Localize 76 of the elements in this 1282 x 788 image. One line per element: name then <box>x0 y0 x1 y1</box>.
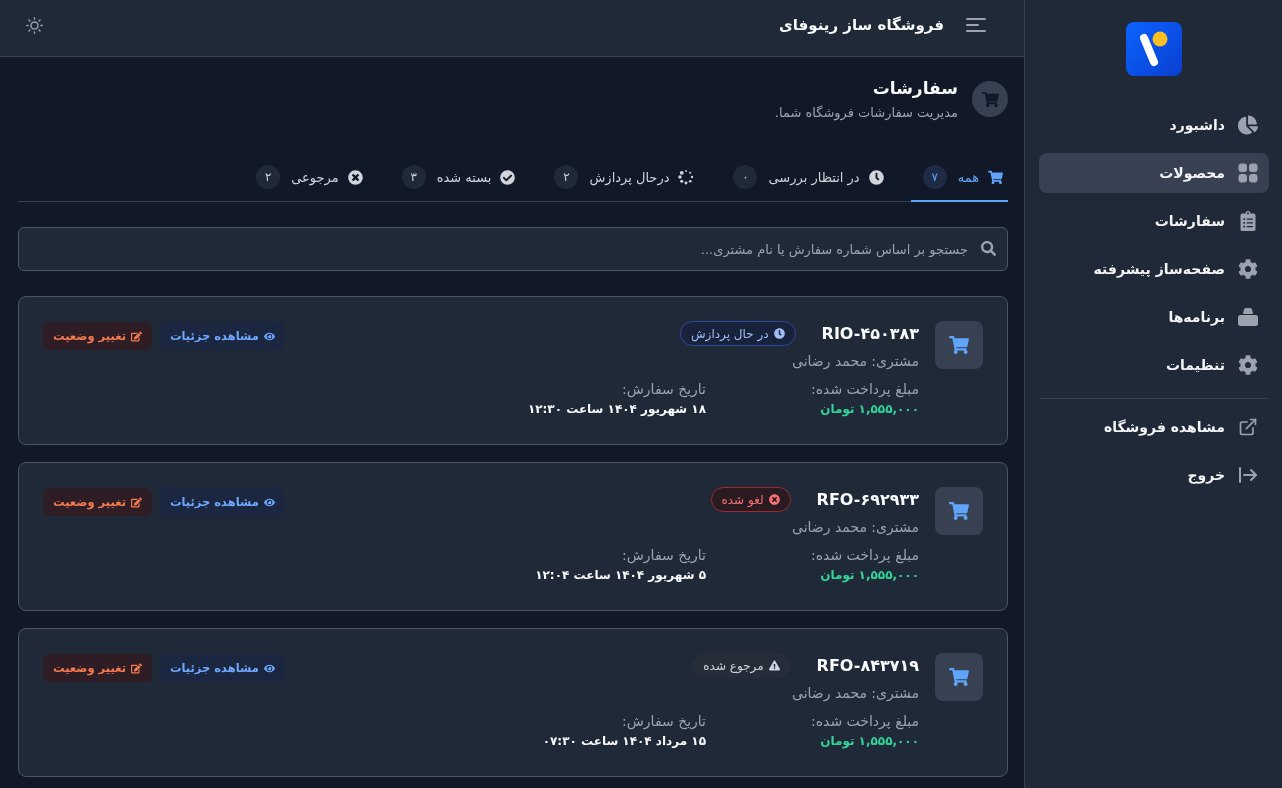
edit-icon <box>131 330 142 342</box>
store-title: فروشگاه ساز رینوفای <box>779 16 944 34</box>
search-icon <box>981 241 996 256</box>
clipboard-icon <box>1238 211 1258 231</box>
sidebar-item[interactable]: صفحه‌ساز پیشرفته <box>1039 249 1269 289</box>
date-value: ۵ شهریور ۱۴۰۴ ساعت ۱۲:۰۴ <box>535 567 706 585</box>
external-link-icon <box>1238 417 1258 437</box>
sidebar-item[interactable]: تنظیمات <box>1039 345 1269 385</box>
tab-count: ۲ <box>256 165 281 189</box>
sidebar-item[interactable]: برنامه‌ها <box>1039 297 1269 337</box>
menu-icon[interactable] <box>966 17 986 33</box>
search-field[interactable]: جستجو بر اساس شماره سفارش یا نام مشتری... <box>18 227 1008 271</box>
view-store-link[interactable]: مشاهده فروشگاه <box>1039 407 1269 447</box>
amount-value: ۱,۵۵۵,۰۰۰ تومان <box>820 733 919 751</box>
tab-count: ۷ <box>922 165 947 189</box>
page-subtitle: مدیریت سفارشات فروشگاه شما. <box>774 104 958 122</box>
amount-label: مبلغ پرداخت شده: <box>811 380 919 399</box>
view-details-button[interactable]: مشاهده جزئیات <box>160 488 285 516</box>
edit-icon <box>131 496 142 508</box>
cart-icon <box>988 169 1003 185</box>
date-label: تاریخ سفارش: <box>622 380 706 399</box>
cart-icon <box>935 653 983 701</box>
change-status-button[interactable]: تغییر وضعیت <box>43 654 152 682</box>
amount-label: مبلغ پرداخت شده: <box>811 712 919 731</box>
customer-name: مشتری: محمد رضانی <box>792 352 919 371</box>
clock-icon <box>773 328 785 339</box>
pie-chart-icon <box>1238 115 1258 135</box>
change-status-button[interactable]: تغییر وضعیت <box>43 322 152 350</box>
order-id: RIO-۴۵۰۳۸۳ <box>821 324 919 343</box>
date-value: ۱۵ مرداد ۱۴۰۴ ساعت ۰۷:۳۰ <box>542 733 706 750</box>
tab[interactable]: در انتظار بررسی ۰ <box>721 154 889 202</box>
amount-value: ۱,۵۵۵,۰۰۰ تومان <box>820 567 919 585</box>
logo-icon <box>1126 22 1182 76</box>
amount-label: مبلغ پرداخت شده: <box>811 546 919 565</box>
tab-count: ۰ <box>733 165 758 189</box>
cart-icon <box>935 321 983 369</box>
order-id: RFO-۸۴۳۷۱۹ <box>816 656 919 675</box>
eye-icon <box>263 496 275 508</box>
edit-icon <box>131 662 142 674</box>
view-details-button[interactable]: مشاهده جزئیات <box>160 654 285 682</box>
view-details-button[interactable]: مشاهده جزئیات <box>160 322 285 350</box>
status-badge: لغو شده <box>710 487 791 512</box>
amount-value: ۱,۵۵۵,۰۰۰ تومان <box>820 401 919 419</box>
logout-link[interactable]: خروج <box>1039 455 1269 495</box>
change-status-button[interactable]: تغییر وضعیت <box>43 488 152 516</box>
date-label: تاریخ سفارش: <box>622 546 706 565</box>
cart-icon <box>972 81 1008 117</box>
order-id: RFO-۶۹۲۹۳۳ <box>816 490 919 509</box>
cart-icon <box>935 487 983 535</box>
tab-count: ۳ <box>401 165 426 189</box>
tray-icon <box>1238 308 1258 326</box>
tab-count: ۲ <box>554 165 579 189</box>
exit-icon <box>1238 466 1258 484</box>
spinner-icon <box>678 169 695 185</box>
settings-icon <box>1238 355 1258 375</box>
tab[interactable]: بسته شده ۳ <box>389 154 521 202</box>
tab[interactable]: مرجوعی ۲ <box>244 154 368 202</box>
sun-icon[interactable] <box>26 16 43 34</box>
sidebar-item[interactable]: سفارشات <box>1039 201 1269 241</box>
status-badge: در حال پردازش <box>679 321 796 346</box>
date-label: تاریخ سفارش: <box>622 712 706 731</box>
grid-icon <box>1238 163 1258 183</box>
customer-name: مشتری: محمد رضانی <box>792 684 919 703</box>
eye-icon <box>263 330 275 342</box>
tab[interactable]: درحال پردازش ۲ <box>542 154 700 202</box>
warning-icon <box>768 660 780 671</box>
sidebar-item[interactable]: محصولات <box>1039 153 1269 193</box>
customer-name: مشتری: محمد رضانی <box>792 518 919 537</box>
page-title: سفارشات <box>871 77 958 100</box>
date-value: ۱۸ شهریور ۱۴۰۴ ساعت ۱۲:۳۰ <box>527 401 706 419</box>
eye-icon <box>263 662 275 674</box>
sidebar-item[interactable]: داشبورد <box>1039 105 1269 145</box>
tab[interactable]: همه ۷ <box>910 154 1008 202</box>
gear-icon <box>1238 259 1258 279</box>
status-badge: مرجوع شده <box>692 653 791 678</box>
clock-icon <box>868 169 884 185</box>
